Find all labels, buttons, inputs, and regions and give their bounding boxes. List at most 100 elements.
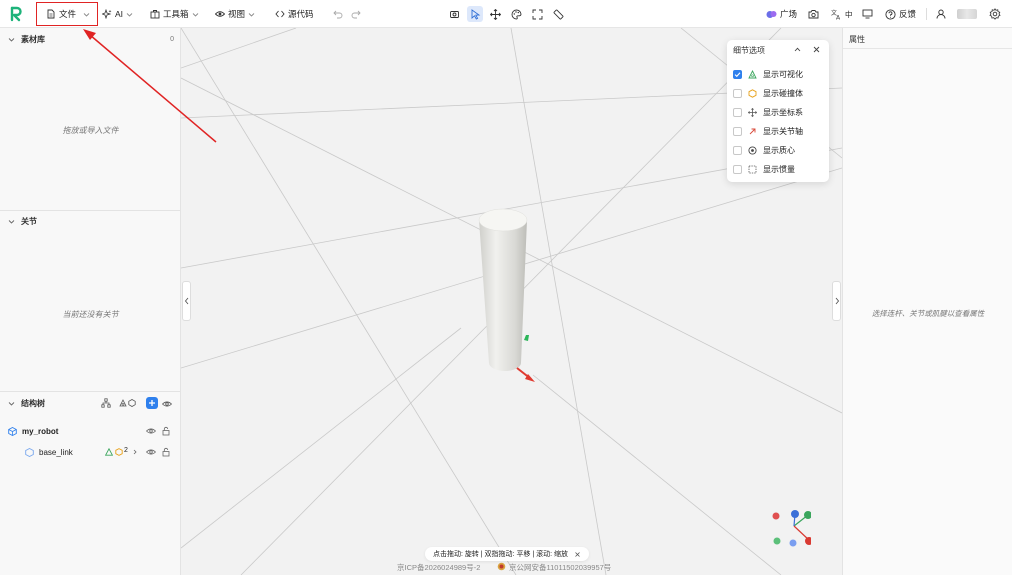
eye-icon[interactable] bbox=[162, 399, 172, 409]
divider bbox=[843, 48, 1012, 49]
user-name-blurred bbox=[957, 9, 977, 19]
view-menu-label: 视图 bbox=[228, 9, 246, 19]
divider bbox=[0, 391, 181, 392]
checkbox-unchecked[interactable] bbox=[733, 88, 742, 98]
chevron-down-icon bbox=[248, 12, 255, 17]
eye-icon[interactable] bbox=[146, 447, 156, 457]
option-show-visual[interactable]: 显示可视化 bbox=[733, 68, 803, 80]
option-show-inertia[interactable]: 显示惯量 bbox=[733, 163, 795, 175]
option-show-frames[interactable]: 显示坐标系 bbox=[733, 106, 803, 118]
dashed-box-icon bbox=[748, 165, 757, 173]
translate-icon: 文A bbox=[831, 9, 841, 20]
material-tool-button[interactable] bbox=[508, 6, 524, 22]
app-logo[interactable] bbox=[10, 6, 22, 22]
community-icon bbox=[766, 10, 777, 18]
lock-icon[interactable] bbox=[161, 426, 171, 436]
checkbox-unchecked[interactable] bbox=[733, 164, 742, 174]
collision-hex-icon bbox=[115, 448, 123, 456]
code-icon bbox=[275, 10, 285, 18]
undo-icon[interactable] bbox=[333, 9, 343, 19]
lock-icon[interactable] bbox=[161, 447, 171, 457]
annotation-highlight-box bbox=[36, 2, 98, 26]
hierarchy-icon[interactable] bbox=[101, 398, 111, 408]
measure-tool-button[interactable] bbox=[550, 6, 566, 22]
monitor-icon[interactable] bbox=[862, 9, 873, 19]
square-label: 广场 bbox=[780, 9, 798, 19]
plus-icon bbox=[149, 400, 155, 406]
child-count: 2 bbox=[124, 447, 128, 454]
source-code-button[interactable]: 源代码 bbox=[275, 6, 314, 22]
chevron-up-icon[interactable] bbox=[793, 45, 802, 54]
option-label: 显示关节轴 bbox=[763, 126, 803, 136]
properties-title: 属性 bbox=[849, 35, 865, 44]
user-icon[interactable] bbox=[936, 9, 946, 19]
view-menu[interactable]: 视图 bbox=[215, 6, 255, 22]
ruler-icon bbox=[553, 9, 563, 19]
police-record[interactable]: 京公网安备11011502039957号 bbox=[509, 562, 611, 573]
focus-tool-button[interactable] bbox=[446, 6, 462, 22]
checkbox-unchecked[interactable] bbox=[733, 126, 742, 136]
camera-icon[interactable] bbox=[808, 9, 819, 19]
option-show-collision[interactable]: 显示碰撞体 bbox=[733, 87, 803, 99]
left-panel: 素材库 0 拖放或导入文件 关节 当前还没有关节 结构树 my_robot ba… bbox=[0, 28, 181, 575]
icp-license[interactable]: 京ICP备2026024989号-2 bbox=[397, 562, 480, 573]
visual-triangle-icon bbox=[105, 448, 113, 456]
collapse-left-panel-toggle[interactable] bbox=[182, 281, 191, 321]
option-show-com[interactable]: 显示质心 bbox=[733, 144, 795, 156]
option-show-joint-axes[interactable]: 显示关节轴 bbox=[733, 125, 803, 137]
check-icon bbox=[734, 71, 741, 77]
assets-section-header[interactable]: 素材库 0 bbox=[0, 30, 181, 48]
divider bbox=[0, 210, 181, 211]
cursor-icon bbox=[471, 8, 480, 20]
properties-panel: 属性 选择连杆、关节或肌腱以查看属性 bbox=[842, 28, 1012, 575]
arrow-up-right-icon bbox=[749, 128, 756, 134]
assets-drop-zone[interactable]: 拖放或导入文件 bbox=[0, 125, 181, 136]
chevron-left-icon bbox=[184, 297, 188, 305]
chevron-right-icon[interactable] bbox=[132, 449, 138, 455]
checkbox-checked[interactable] bbox=[733, 69, 742, 79]
feedback-label: 反馈 bbox=[899, 9, 917, 19]
close-icon[interactable] bbox=[574, 551, 581, 558]
toolbox-menu-label: 工具箱 bbox=[163, 9, 189, 19]
feedback-button[interactable]: 反馈 bbox=[885, 6, 916, 22]
chevron-down-icon bbox=[192, 12, 198, 17]
visibility-shapes-icon[interactable] bbox=[119, 398, 137, 408]
language-label: 中 bbox=[845, 9, 853, 19]
joints-title: 关节 bbox=[21, 216, 37, 226]
focus-icon bbox=[449, 10, 459, 18]
popup-title: 细节选项 bbox=[733, 46, 765, 55]
toolbox-icon bbox=[150, 10, 160, 19]
controls-hint-text: 点击拖动: 旋转 | 双指拖动: 平移 | 滚动: 缩放 bbox=[432, 551, 569, 558]
assets-title: 素材库 bbox=[21, 34, 45, 44]
option-label: 显示可视化 bbox=[763, 69, 803, 79]
square-button[interactable]: 广场 bbox=[766, 6, 797, 22]
close-icon[interactable] bbox=[812, 45, 821, 54]
settings-gear-icon[interactable] bbox=[989, 8, 1001, 20]
option-label: 显示碰撞体 bbox=[763, 88, 803, 98]
controls-hint: 点击拖动: 旋转 | 双指拖动: 平移 | 滚动: 缩放 bbox=[425, 547, 589, 561]
collapse-right-panel-toggle[interactable] bbox=[832, 281, 841, 321]
ai-menu[interactable]: AI bbox=[102, 6, 133, 22]
move-tool-button[interactable] bbox=[487, 6, 503, 22]
palette-icon bbox=[511, 9, 521, 19]
orientation-gizmo[interactable] bbox=[771, 506, 811, 550]
fit-view-button[interactable] bbox=[529, 6, 545, 22]
properties-empty-text: 选择连杆、关节或肌腱以查看属性 bbox=[871, 309, 985, 318]
assets-count: 0 bbox=[170, 35, 174, 43]
eye-icon[interactable] bbox=[146, 426, 156, 436]
detail-options-popup: 细节选项 显示可视化 显示碰撞体 显示坐标系 显示关节轴 显示质心 显示惯量 bbox=[727, 40, 829, 182]
police-badge-icon bbox=[497, 562, 506, 571]
joints-section-header[interactable]: 关节 bbox=[0, 212, 181, 230]
language-button[interactable]: 文A 中 bbox=[831, 6, 853, 22]
add-link-button[interactable] bbox=[146, 397, 158, 409]
link-icon bbox=[25, 447, 34, 457]
toolbox-menu[interactable]: 工具箱 bbox=[150, 6, 199, 22]
select-tool-button[interactable] bbox=[467, 6, 483, 22]
target-icon bbox=[748, 145, 757, 155]
chevron-down-icon bbox=[126, 12, 133, 17]
redo-icon[interactable] bbox=[351, 9, 361, 19]
transform-gizmo[interactable] bbox=[511, 328, 551, 388]
checkbox-unchecked[interactable] bbox=[733, 145, 742, 155]
checkbox-unchecked[interactable] bbox=[733, 107, 742, 117]
joints-empty-text: 当前还没有关节 bbox=[62, 310, 119, 319]
